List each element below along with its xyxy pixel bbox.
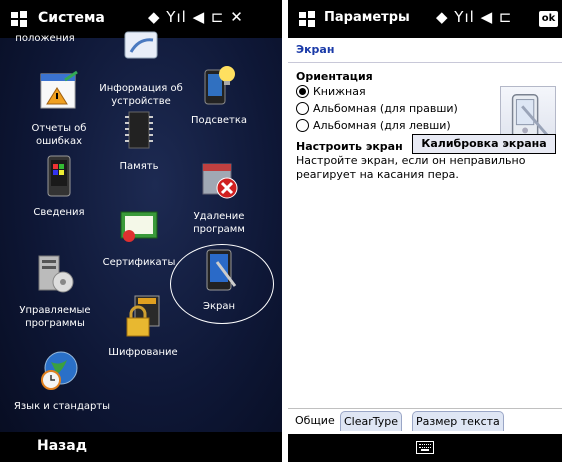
tab-cleartype[interactable]: ClearType [340,411,403,431]
tab-general[interactable]: Общие [292,411,338,431]
app-encryption-label: Шифрование [108,347,178,358]
app-personal-label: положения [15,33,75,44]
tab-bar: Общие ClearType Размер текста [288,408,562,434]
app-about-label: Сведения [33,207,85,218]
calibrate-description: Настройте экран, если он неправильно реа… [296,154,526,181]
orientation-heading: Ориентация [296,70,373,83]
radio-button[interactable] [296,85,309,98]
window-title: Параметры [324,10,410,25]
certificate-icon [120,211,158,242]
app-backlight-label: Подсветка [190,115,248,126]
app-device-info[interactable]: Информация об устройстве [96,30,186,108]
app-remove-programs[interactable]: Удаление программ [174,158,264,236]
radio-label: Книжная [313,85,366,98]
app-personal[interactable]: положения [0,24,90,45]
ok-button[interactable]: ok [539,11,558,27]
app-backlight[interactable]: Подсветка [174,62,264,127]
app-about[interactable]: Сведения [14,154,104,219]
app-managed-programs-label: Управляемые программы [19,305,91,329]
app-device-info-label: Информация об устройстве [99,83,183,107]
radio-button[interactable] [296,102,309,115]
tab-text-size[interactable]: Размер текста [412,411,504,431]
app-managed-programs[interactable]: Управляемые программы [10,252,100,330]
remove-box-icon [202,163,238,199]
app-memory[interactable]: Память [94,108,184,173]
calibrate-screen-button[interactable]: Калибровка экрана [412,134,556,154]
keyboard-icon[interactable] [416,441,434,454]
app-error-reports-label: Отчеты об ошибках [31,123,87,147]
soft-key-bar [288,434,562,462]
bulb-phone-icon [204,66,235,105]
screen-settings-window: Параметры ◆ Yıl ◀ ⊏ ok Экран Ориентация … [288,0,562,462]
windows-phone-icon [47,155,71,197]
app-regional-label: Язык и стандарты [13,401,111,412]
system-settings-window: Система ◆ Yıl ◀ ⊏ ✕ положения Информация… [0,0,282,462]
app-memory-label: Память [119,161,159,172]
lock-sd-icon [126,295,160,337]
app-remove-programs-label: Удаление программ [193,211,245,235]
section-header: Экран [288,38,562,63]
app-certificates[interactable]: Сертификаты [94,204,184,269]
status-icons[interactable]: ◆ Yıl ◀ ⊏ ✕ [148,8,244,26]
app-error-reports[interactable]: Отчеты об ошибках [14,70,104,148]
radio-button[interactable] [296,119,309,132]
radio-label: Альбомная (для правши) [313,102,458,115]
status-icons[interactable]: ◆ Yıl ◀ ⊏ [436,8,512,26]
memory-chip-icon [125,111,153,149]
section-title: Экран [296,43,335,56]
app-encryption[interactable]: Шифрование [98,294,188,359]
server-disc-icon [38,255,74,293]
error-report-icon [40,70,78,109]
soft-key-bar: Назад [0,432,282,462]
app-certificates-label: Сертификаты [102,257,176,268]
radio-label: Альбомная (для левши) [313,119,451,132]
title-bar: Параметры ◆ Yıl ◀ ⊏ ok [288,0,562,38]
windows-logo-icon[interactable] [298,10,316,28]
pen-notepad-icon [124,31,158,59]
app-regional[interactable]: Язык и стандарты [14,348,110,413]
globe-clock-icon [41,351,78,390]
back-softkey[interactable]: Назад [37,438,87,454]
